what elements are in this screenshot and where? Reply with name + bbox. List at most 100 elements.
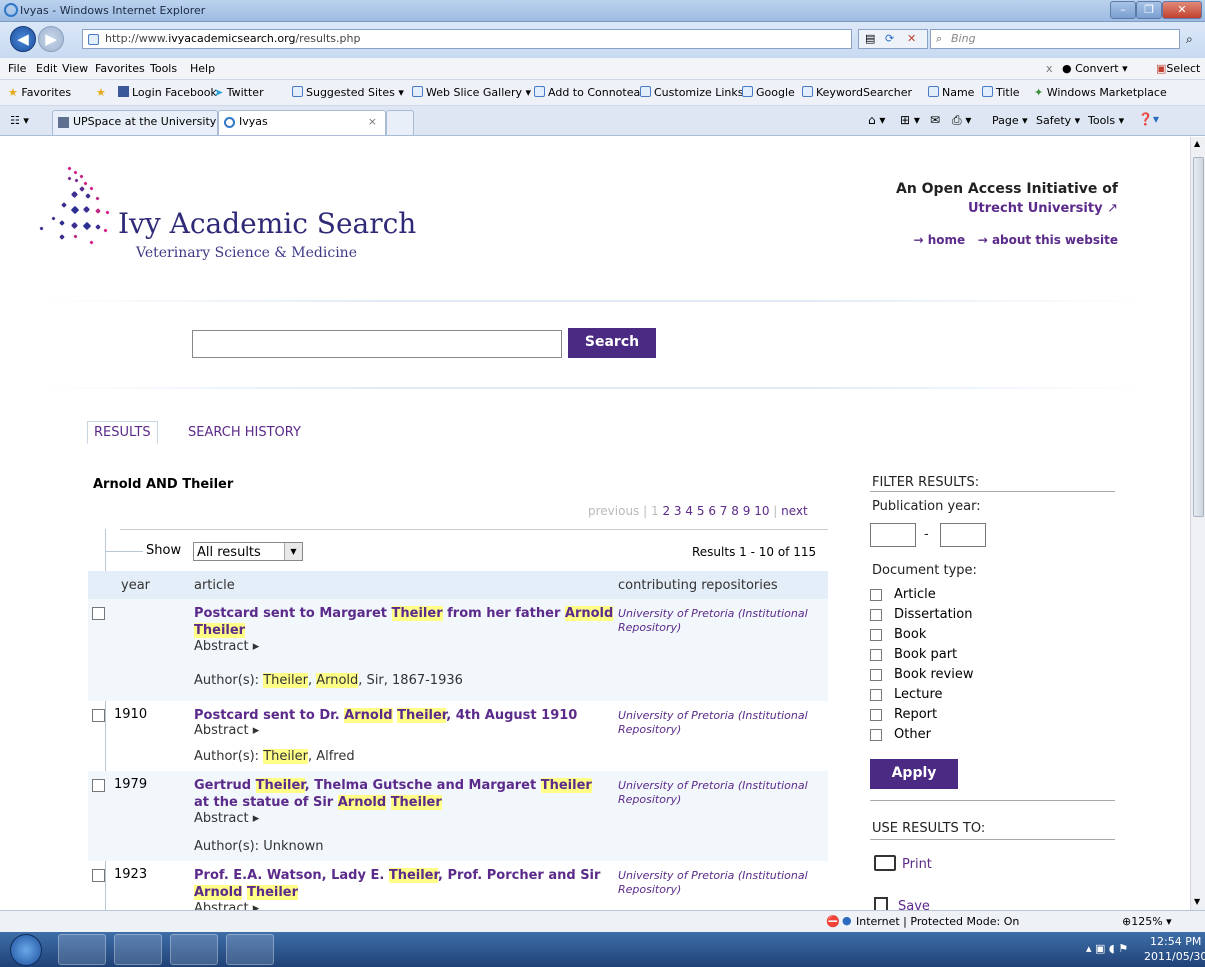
address-bar[interactable]: http://www.ivyacademicsearch.org/results…	[82, 29, 852, 49]
quick-tabs-icon[interactable]: ☷ ▾	[10, 114, 29, 127]
tools-menu[interactable]: Tools ▾	[1088, 114, 1124, 127]
result-title[interactable]: Postcard sent to Dr. Arnold Theiler, 4th…	[194, 707, 624, 724]
result-repository[interactable]: University of Pretoria (Institutional Re…	[618, 869, 818, 897]
tray-icons[interactable]: ▴ ▣ ◖ ⚑	[1086, 942, 1128, 955]
close-tab-icon[interactable]: ×	[368, 111, 377, 133]
fav-web-slice-gallery[interactable]: Web Slice Gallery ▾	[412, 86, 531, 99]
main-search-input[interactable]	[192, 330, 562, 358]
show-select[interactable]: All results ▼	[193, 542, 303, 561]
checkbox[interactable]	[870, 689, 882, 701]
back-button[interactable]: ◀	[10, 26, 36, 52]
fav-google[interactable]: Google	[742, 86, 795, 99]
search-input[interactable]: ⌕ Bing	[930, 29, 1180, 49]
result-repository[interactable]: University of Pretoria (Institutional Re…	[618, 709, 818, 737]
pager-page-10[interactable]: 10	[754, 504, 769, 518]
refresh-icon[interactable]: ⟳	[885, 30, 894, 48]
vertical-scrollbar[interactable]: ▲ ▼	[1190, 137, 1205, 910]
pager-page-7[interactable]: 7	[720, 504, 728, 518]
checkbox[interactable]	[870, 669, 882, 681]
scroll-down-icon[interactable]: ▼	[1194, 897, 1200, 906]
convert-button[interactable]: ● Convert ▾	[1062, 62, 1128, 75]
tab-results[interactable]: RESULTS	[87, 421, 158, 444]
home-icon[interactable]: ⌂ ▾	[868, 113, 885, 127]
fav-title[interactable]: Title	[982, 86, 1020, 99]
search-button[interactable]: Search	[568, 328, 656, 358]
utrecht-university-link[interactable]: Utrecht University ↗	[968, 201, 1118, 216]
menu-edit[interactable]: Edit	[36, 62, 57, 75]
result-checkbox[interactable]	[92, 779, 105, 792]
checkbox[interactable]	[870, 629, 882, 641]
fav-name[interactable]: Name	[928, 86, 974, 99]
tab-search-history[interactable]: SEARCH HISTORY	[188, 425, 301, 440]
checkbox[interactable]	[870, 609, 882, 621]
add-favorite-icon[interactable]: ★	[96, 86, 106, 99]
abstract-toggle[interactable]: Abstract ▸	[194, 723, 259, 738]
print-toolbar-icon[interactable]: ⎙ ▾	[952, 113, 971, 128]
help-icon[interactable]: ❓▾	[1138, 112, 1159, 126]
abstract-toggle[interactable]: Abstract ▸	[194, 901, 259, 910]
safety-menu[interactable]: Safety ▾	[1036, 114, 1080, 127]
close-toolbar-icon[interactable]: x	[1046, 62, 1053, 75]
result-checkbox[interactable]	[92, 709, 105, 722]
site-logo-title[interactable]: Ivy Academic Search	[118, 207, 416, 240]
checkbox[interactable]	[870, 589, 882, 601]
favorites-button[interactable]: ★ Favorites	[8, 86, 71, 99]
forward-button[interactable]: ▶	[38, 26, 64, 52]
minimize-button[interactable]: –	[1110, 1, 1136, 19]
mail-icon[interactable]: ✉	[930, 113, 940, 127]
pager-page-8[interactable]: 8	[731, 504, 739, 518]
maximize-button[interactable]: ❐	[1136, 1, 1162, 19]
feeds-icon[interactable]: ⊞ ▾	[900, 113, 920, 127]
fav-suggested-sites[interactable]: Suggested Sites ▾	[292, 86, 404, 99]
close-button[interactable]: ✕	[1162, 1, 1202, 19]
new-tab-button[interactable]	[386, 110, 414, 135]
save-link[interactable]: Save	[874, 897, 930, 910]
pager-next[interactable]: next	[781, 504, 808, 518]
taskbar-ie-icon[interactable]	[58, 934, 106, 965]
checkbox[interactable]	[870, 649, 882, 661]
menu-favorites[interactable]: Favorites	[95, 62, 145, 75]
start-button[interactable]	[10, 934, 42, 966]
scroll-up-icon[interactable]: ▲	[1194, 139, 1200, 148]
page-menu[interactable]: Page ▾	[992, 114, 1028, 127]
menu-view[interactable]: View	[62, 62, 88, 75]
result-checkbox[interactable]	[92, 607, 105, 620]
abstract-toggle[interactable]: Abstract ▸	[194, 811, 259, 826]
pager-page-6[interactable]: 6	[708, 504, 716, 518]
result-title[interactable]: Postcard sent to Margaret Theiler from h…	[194, 605, 614, 639]
scrollbar-thumb[interactable]	[1193, 157, 1204, 517]
menu-help[interactable]: Help	[190, 62, 215, 75]
result-repository[interactable]: University of Pretoria (Institutional Re…	[618, 607, 818, 635]
tab-upspace[interactable]: UPSpace at the University ...	[52, 110, 230, 135]
tab-ivyas[interactable]: Ivyas ×	[218, 110, 386, 135]
pager-page-4[interactable]: 4	[685, 504, 693, 518]
fav-twitter[interactable]: ➤ Twitter	[214, 86, 264, 99]
result-checkbox[interactable]	[92, 869, 105, 882]
pager-page-3[interactable]: 3	[674, 504, 682, 518]
taskbar-word-icon[interactable]	[226, 934, 274, 965]
compat-icon[interactable]: ▤	[865, 30, 875, 48]
security-zone[interactable]: Internet | Protected Mode: On	[856, 915, 1019, 928]
checkbox[interactable]	[870, 709, 882, 721]
about-link[interactable]: about this website	[992, 233, 1118, 247]
pager-page-5[interactable]: 5	[697, 504, 705, 518]
fav-keywordsearcher[interactable]: KeywordSearcher	[802, 86, 912, 99]
year-from-input[interactable]	[870, 523, 916, 547]
stop-icon[interactable]: ✕	[907, 30, 916, 48]
year-to-input[interactable]	[940, 523, 986, 547]
result-title[interactable]: Gertrud Theiler, Thelma Gutsche and Marg…	[194, 777, 594, 811]
menu-file[interactable]: File	[8, 62, 26, 75]
select-button[interactable]: ▣Select	[1156, 62, 1200, 75]
home-link[interactable]: home	[928, 233, 965, 247]
result-title[interactable]: Prof. E.A. Watson, Lady E. Theiler, Prof…	[194, 867, 604, 901]
abstract-toggle[interactable]: Abstract ▸	[194, 639, 259, 654]
pager-page-9[interactable]: 9	[743, 504, 751, 518]
apply-button[interactable]: Apply	[870, 759, 958, 789]
taskbar-media-icon[interactable]	[170, 934, 218, 965]
fav-add-to-connotea[interactable]: Add to Connotea	[534, 86, 640, 99]
search-go-icon[interactable]: ⌕	[1186, 32, 1193, 47]
fav-customize-links[interactable]: Customize Links	[640, 86, 744, 99]
fav-windows-marketplace[interactable]: ✦ Windows Marketplace	[1034, 86, 1167, 99]
checkbox[interactable]	[870, 729, 882, 741]
result-repository[interactable]: University of Pretoria (Institutional Re…	[618, 779, 818, 807]
